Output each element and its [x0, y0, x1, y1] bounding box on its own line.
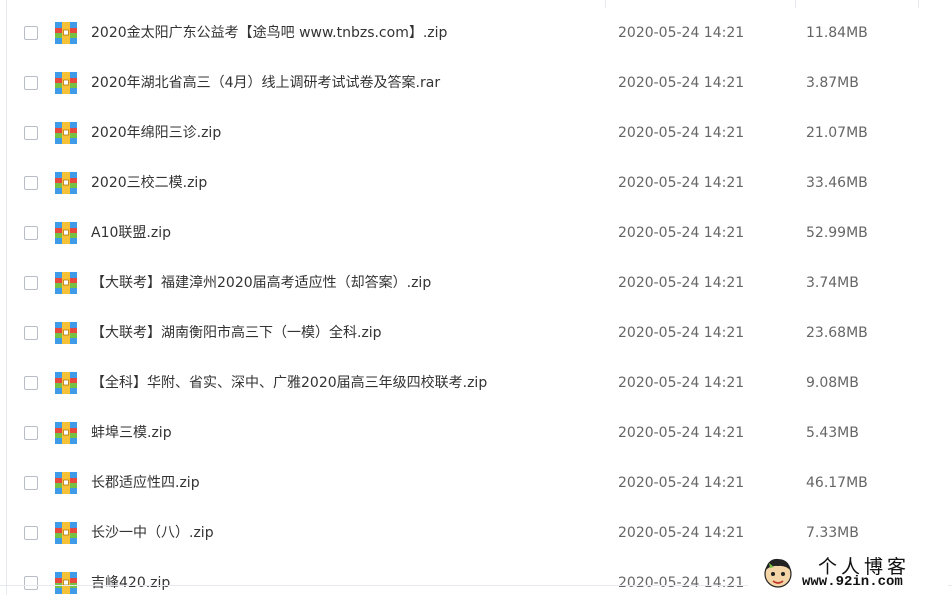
- file-size: 46.17MB: [806, 475, 868, 491]
- file-row[interactable]: 2020年湖北省高三（4月）线上调研考试试卷及答案.rar 2020-05-24…: [0, 59, 952, 109]
- archive-icon: [55, 222, 77, 244]
- file-name[interactable]: 长郡适应性四.zip: [91, 473, 200, 493]
- file-row[interactable]: 蚌埠三模.zip 2020-05-24 14:21 5.43MB: [0, 409, 952, 459]
- file-row[interactable]: 【大联考】福建漳州2020届高考适应性（却答案）.zip 2020-05-24 …: [0, 259, 952, 309]
- file-size: 5.43MB: [806, 425, 859, 441]
- column-divider-date[interactable]: [605, 0, 606, 8]
- file-size: 23.68MB: [806, 325, 868, 341]
- file-size: 11.84MB: [806, 25, 868, 41]
- archive-icon: [55, 572, 77, 594]
- file-date: 2020-05-24 14:21: [618, 325, 745, 341]
- cartoon-face-icon: [764, 558, 792, 588]
- row-checkbox[interactable]: [24, 176, 38, 190]
- file-date: 2020-05-24 14:21: [618, 175, 745, 191]
- archive-icon: [55, 522, 77, 544]
- file-list: 2020金太阳广东公益考【途鸟吧 www.tnbzs.com】.zip 2020…: [0, 9, 952, 595]
- file-size: 9.08MB: [806, 375, 859, 391]
- file-date: 2020-05-24 14:21: [618, 225, 745, 241]
- file-row[interactable]: 【全科】华附、省实、深中、广雅2020届高三年级四校联考.zip 2020-05…: [0, 359, 952, 409]
- column-divider-end[interactable]: [918, 0, 919, 8]
- row-checkbox[interactable]: [24, 276, 38, 290]
- file-date: 2020-05-24 14:21: [618, 425, 745, 441]
- row-checkbox[interactable]: [24, 576, 38, 590]
- watermark-url: www.92in.com: [802, 574, 903, 590]
- file-name[interactable]: 【全科】华附、省实、深中、广雅2020届高三年级四校联考.zip: [91, 373, 487, 393]
- file-name[interactable]: 蚌埠三模.zip: [91, 423, 172, 443]
- file-date: 2020-05-24 14:21: [618, 75, 745, 91]
- file-size: 3.87MB: [806, 75, 859, 91]
- file-size: 33.46MB: [806, 175, 868, 191]
- row-checkbox[interactable]: [24, 376, 38, 390]
- file-row[interactable]: 【大联考】湖南衡阳市高三下（一模）全科.zip 2020-05-24 14:21…: [0, 309, 952, 359]
- file-row[interactable]: A10联盟.zip 2020-05-24 14:21 52.99MB: [0, 209, 952, 259]
- file-name[interactable]: A10联盟.zip: [91, 223, 171, 243]
- file-date: 2020-05-24 14:21: [618, 575, 745, 591]
- blog-watermark: 个人博客 www.92in.com: [748, 552, 948, 594]
- row-checkbox[interactable]: [24, 126, 38, 140]
- file-date: 2020-05-24 14:21: [618, 475, 745, 491]
- file-size: 3.74MB: [806, 275, 859, 291]
- file-row[interactable]: 2020三校二模.zip 2020-05-24 14:21 33.46MB: [0, 159, 952, 209]
- row-checkbox[interactable]: [24, 526, 38, 540]
- archive-icon: [55, 272, 77, 294]
- row-checkbox[interactable]: [24, 476, 38, 490]
- file-name[interactable]: 吉峰420.zip: [91, 573, 170, 593]
- row-checkbox[interactable]: [24, 226, 38, 240]
- file-date: 2020-05-24 14:21: [618, 375, 745, 391]
- file-row[interactable]: 2020金太阳广东公益考【途鸟吧 www.tnbzs.com】.zip 2020…: [0, 9, 952, 59]
- archive-icon: [55, 372, 77, 394]
- archive-icon: [55, 72, 77, 94]
- archive-icon: [55, 22, 77, 44]
- file-row[interactable]: 长郡适应性四.zip 2020-05-24 14:21 46.17MB: [0, 459, 952, 509]
- row-checkbox[interactable]: [24, 76, 38, 90]
- file-size: 52.99MB: [806, 225, 868, 241]
- file-date: 2020-05-24 14:21: [618, 125, 745, 141]
- file-name[interactable]: 2020金太阳广东公益考【途鸟吧 www.tnbzs.com】.zip: [91, 23, 447, 43]
- file-date: 2020-05-24 14:21: [618, 25, 745, 41]
- file-name[interactable]: 长沙一中（八）.zip: [91, 523, 214, 543]
- file-size: 21.07MB: [806, 125, 868, 141]
- file-name[interactable]: 2020三校二模.zip: [91, 173, 207, 193]
- file-name[interactable]: 【大联考】湖南衡阳市高三下（一模）全科.zip: [91, 323, 382, 343]
- row-checkbox[interactable]: [24, 326, 38, 340]
- file-size: 7.33MB: [806, 525, 859, 541]
- file-date: 2020-05-24 14:21: [618, 525, 745, 541]
- archive-icon: [55, 172, 77, 194]
- archive-icon: [55, 122, 77, 144]
- file-name[interactable]: 2020年湖北省高三（4月）线上调研考试试卷及答案.rar: [91, 73, 440, 93]
- file-browser-window: 2020金太阳广东公益考【途鸟吧 www.tnbzs.com】.zip 2020…: [0, 0, 952, 595]
- file-name[interactable]: 【大联考】福建漳州2020届高考适应性（却答案）.zip: [91, 273, 431, 293]
- row-checkbox[interactable]: [24, 426, 38, 440]
- column-divider-size[interactable]: [795, 0, 796, 8]
- file-date: 2020-05-24 14:21: [618, 275, 745, 291]
- archive-icon: [55, 322, 77, 344]
- archive-icon: [55, 472, 77, 494]
- row-checkbox[interactable]: [24, 26, 38, 40]
- file-name[interactable]: 2020年绵阳三诊.zip: [91, 123, 221, 143]
- file-row[interactable]: 2020年绵阳三诊.zip 2020-05-24 14:21 21.07MB: [0, 109, 952, 159]
- archive-icon: [55, 422, 77, 444]
